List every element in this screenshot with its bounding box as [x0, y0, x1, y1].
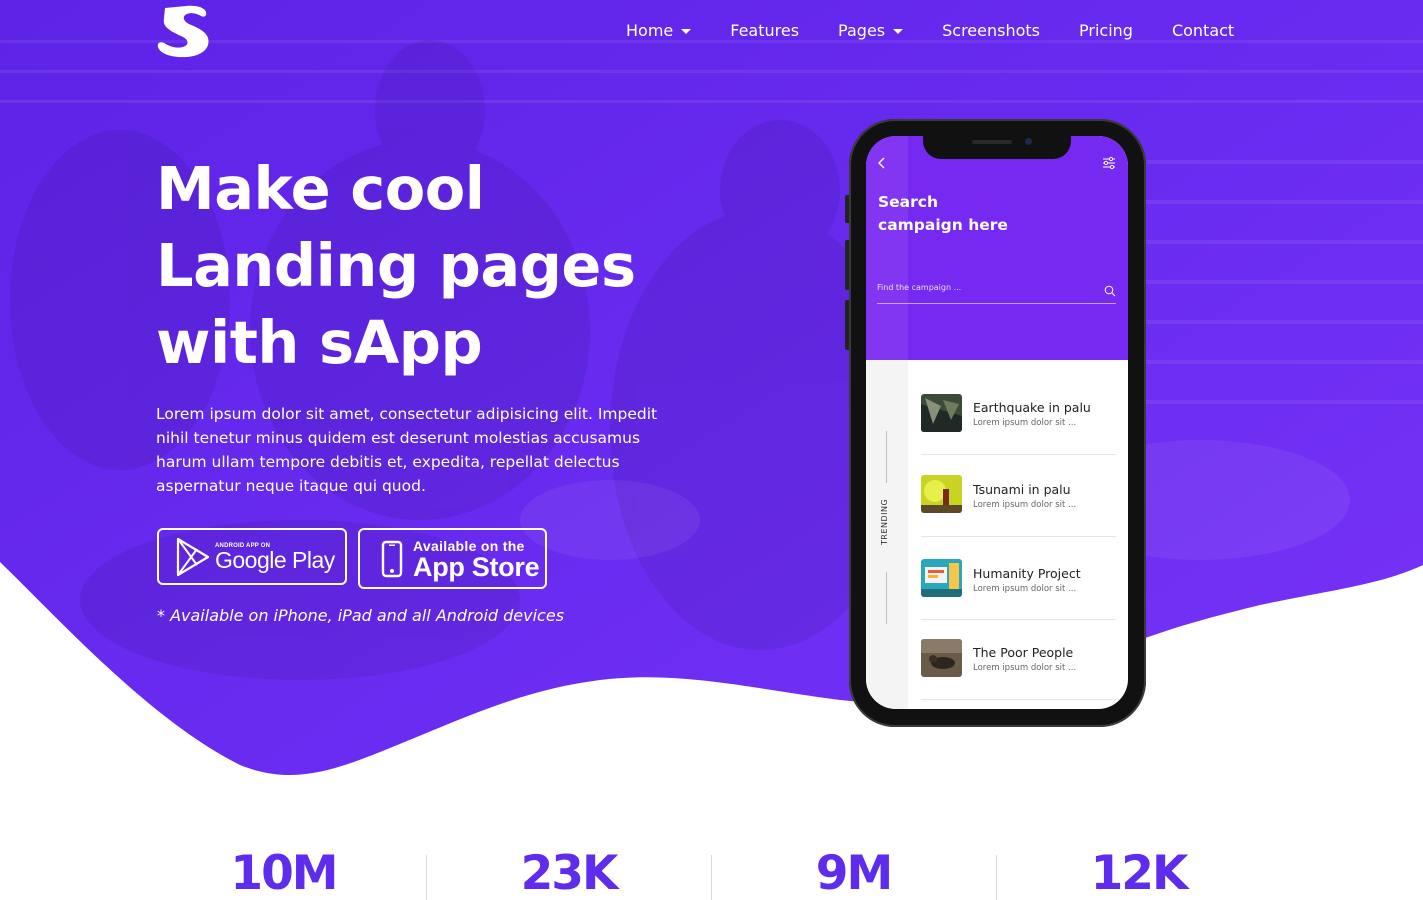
nav-screenshots[interactable]: Screenshots	[942, 21, 1040, 40]
nav-contact[interactable]: Contact	[1172, 21, 1234, 40]
google-play-button[interactable]: ANDROID APP ON Google Play	[157, 528, 347, 585]
main-navigation: Home Features Pages Screenshots Pricing …	[626, 18, 1234, 42]
campaign-search-input[interactable]: Find the campaign ...	[877, 280, 1116, 304]
stat-value: 10M	[230, 846, 338, 900]
campaign-list-item[interactable]: The Poor People Lorem ipsum dolor sit ..…	[921, 620, 1116, 700]
nav-pages-label: Pages	[838, 20, 886, 40]
headline-line: Make cool	[156, 154, 485, 223]
campaign-thumbnail	[921, 394, 962, 432]
campaign-title: The Poor People	[973, 645, 1074, 660]
nav-contact-label: Contact	[1171, 20, 1235, 40]
campaign-thumbnail	[921, 559, 962, 597]
campaign-title: Earthquake in palu	[973, 400, 1091, 415]
phone-camera	[1025, 138, 1032, 145]
phone-screen-title: Search campaign here	[878, 191, 1078, 237]
nav-pricing-label: Pricing	[1079, 20, 1133, 40]
chevron-down-icon	[681, 28, 692, 34]
stat-value: 12K	[1090, 846, 1189, 900]
stats-section: 10M 23K 9M 12K	[0, 840, 1423, 900]
nav-pricing[interactable]: Pricing	[1079, 21, 1133, 40]
trending-divider	[886, 431, 887, 483]
sapp-logo[interactable]: S	[156, 4, 212, 58]
hero-headline: Make cool Landing pages with sApp	[156, 150, 716, 381]
trending-divider	[886, 572, 887, 624]
availability-note: * Available on iPhone, iPad and all Andr…	[157, 606, 565, 625]
campaign-subtitle: Lorem ipsum dolor sit ...	[973, 418, 1077, 428]
app-store-button[interactable]: Available on the App Store	[358, 528, 547, 589]
campaign-list-item[interactable]: Tsunami in palu Lorem ipsum dolor sit ..…	[921, 455, 1116, 537]
search-icon[interactable]	[1104, 285, 1116, 297]
google-play-icon	[176, 537, 210, 576]
stat-value: 23K	[520, 846, 619, 900]
nav-screenshots-label: Screenshots	[942, 20, 1041, 40]
google-play-big-text: Google Play	[215, 546, 335, 573]
campaign-subtitle: Lorem ipsum dolor sit ...	[973, 584, 1077, 594]
hero-intro-text: Lorem ipsum dolor sit amet, consectetur …	[156, 405, 658, 495]
back-arrow-icon[interactable]	[876, 156, 888, 170]
nav-home-label: Home	[626, 20, 674, 40]
nav-features[interactable]: Features	[730, 21, 799, 40]
campaign-title: Tsunami in palu	[973, 482, 1071, 497]
phone-speaker	[972, 140, 1012, 144]
iphone-icon	[381, 540, 403, 577]
headline-line: with sApp	[156, 308, 483, 377]
campaign-list-item[interactable]: Humanity Project Lorem ipsum dolor sit .…	[921, 537, 1116, 620]
stat-value: 9M	[815, 846, 893, 900]
campaign-title: Humanity Project	[973, 566, 1081, 581]
nav-pages[interactable]: Pages	[838, 20, 904, 40]
campaign-thumbnail	[921, 475, 962, 513]
phone-title-line: campaign here	[878, 216, 1008, 234]
campaign-thumbnail	[921, 639, 962, 677]
campaign-search-placeholder: Find the campaign ...	[877, 283, 962, 292]
filter-sliders-icon[interactable]	[1102, 156, 1116, 170]
nav-features-label: Features	[730, 20, 800, 40]
nav-home[interactable]: Home	[626, 20, 692, 40]
trending-label: TRENDING	[880, 498, 889, 545]
phone-title-line: Search	[878, 193, 939, 211]
campaign-list-item[interactable]: Earthquake in palu Lorem ipsum dolor sit…	[921, 374, 1116, 455]
campaign-subtitle: Lorem ipsum dolor sit ...	[973, 663, 1077, 673]
app-store-big-text: App Store	[413, 551, 540, 582]
campaign-subtitle: Lorem ipsum dolor sit ...	[973, 500, 1077, 510]
chevron-down-icon	[893, 28, 904, 34]
headline-line: Landing pages	[156, 231, 636, 300]
phone-screen: Search campaign here Find the campaign .…	[866, 136, 1128, 709]
